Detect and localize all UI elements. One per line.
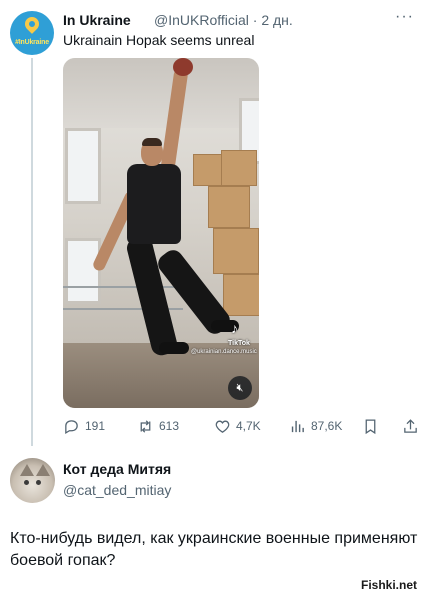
video-box xyxy=(223,274,259,316)
video-box xyxy=(213,228,259,274)
volume-off-icon[interactable]: 🔇︎ xyxy=(228,376,252,400)
video-window xyxy=(65,238,101,304)
bar-chart-icon xyxy=(291,420,304,432)
views-count: 87,6K xyxy=(311,419,343,433)
dancer-fist xyxy=(173,58,193,76)
cat-eye xyxy=(36,480,41,485)
author-avatar[interactable]: #InUkraine xyxy=(10,11,54,55)
share-button[interactable] xyxy=(402,416,424,436)
video-box xyxy=(208,186,250,228)
site-watermark: Fishki.net xyxy=(361,578,418,592)
cat-eye xyxy=(24,480,29,485)
cat-ear xyxy=(36,464,50,476)
reply-count: 191 xyxy=(85,419,106,433)
more-options-icon[interactable]: ··· xyxy=(395,8,414,26)
tweet-text: Ukrainain Hopak seems unreal xyxy=(63,32,255,48)
bookmark-icon xyxy=(365,418,376,434)
like-count: 4,7K xyxy=(236,419,261,433)
dancer-shoe xyxy=(159,342,189,354)
bookmark-button[interactable] xyxy=(362,416,384,436)
reply-author-name[interactable]: Кот деда Митяя xyxy=(63,461,171,477)
retweet-icon xyxy=(140,419,151,433)
author-name[interactable]: In Ukraine xyxy=(63,12,131,28)
reply-text: Кто-нибудь видел, как украинские военные… xyxy=(10,530,418,569)
dancer-torso xyxy=(127,164,181,244)
video-ballet-barre xyxy=(63,286,183,288)
avatar-label: #InUkraine xyxy=(15,39,49,46)
like-button[interactable]: 4,7K xyxy=(214,416,261,436)
tiktok-logo-icon: ♪ xyxy=(231,320,238,336)
author-meta: @InUKRofficial · 2 дн. xyxy=(154,12,293,28)
reply-icon xyxy=(65,419,78,434)
tiktok-watermark-user: @ukrainian.dance.music xyxy=(191,349,257,355)
views-button[interactable]: 87,6K xyxy=(289,416,342,436)
retweet-count: 613 xyxy=(159,419,180,433)
cat-ear xyxy=(20,464,34,476)
dancer-hair xyxy=(142,138,162,146)
video-box xyxy=(221,150,257,186)
retweet-button[interactable]: 613 xyxy=(137,416,179,436)
tiktok-watermark-brand: TikTok xyxy=(228,340,250,347)
tweet-video[interactable]: ♪ TikTok @ukrainian.dance.music 🔇︎ xyxy=(63,58,259,408)
thread-connector-line xyxy=(31,58,33,446)
video-ceiling xyxy=(63,58,259,128)
tweet-time[interactable]: · 2 дн. xyxy=(253,12,293,28)
video-window xyxy=(65,128,101,204)
reply-button[interactable]: 191 xyxy=(63,416,105,436)
reply-author-handle[interactable]: @cat_ded_mitiay xyxy=(63,482,171,498)
share-icon xyxy=(404,418,417,433)
reply-author-avatar[interactable] xyxy=(10,458,55,503)
heart-icon xyxy=(215,420,230,433)
location-pin-icon xyxy=(22,14,42,34)
author-handle[interactable]: @InUKRofficial xyxy=(154,12,249,28)
